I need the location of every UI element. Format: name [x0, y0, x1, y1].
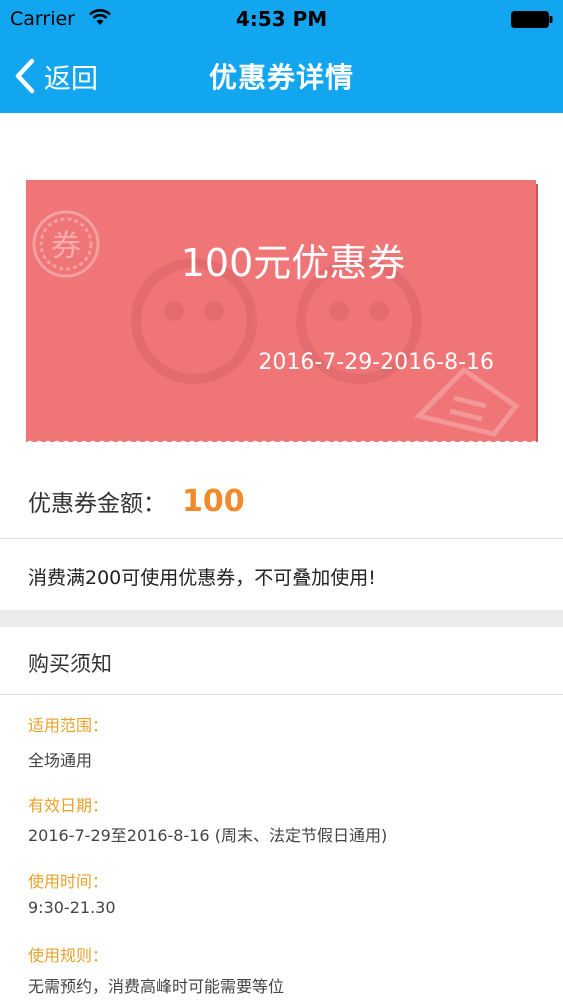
divider	[0, 538, 563, 539]
info-value-scope: 全场通用	[28, 751, 93, 770]
coupon-amount-row: 优惠券金额： 100	[28, 480, 245, 522]
info-label-validity: 有效日期：	[28, 796, 109, 815]
coupon-date-range: 2016-7-29-2016-8-16	[258, 350, 494, 375]
coupon-card: 券 100元优惠券 2016-7-29-2016-8-16	[24, 176, 540, 448]
divider	[0, 694, 563, 695]
status-bar: Carrier 4:53 PM	[0, 0, 563, 38]
info-label-scope: 适用范围：	[28, 716, 109, 735]
clock: 4:53 PM	[235, 7, 328, 31]
navigation-bar: 返回 优惠券详情	[0, 38, 563, 113]
amount-label: 优惠券金额：	[28, 491, 166, 517]
info-value-rules: 无需预约，消费高峰时可能需要等位	[28, 977, 285, 996]
page-title: 优惠券详情	[208, 61, 354, 94]
coupon-background: 券	[26, 176, 538, 448]
coupon-title: 100元优惠券	[180, 241, 406, 285]
info-label-time: 使用时间：	[28, 872, 109, 891]
info-label-rules: 使用规则：	[28, 946, 109, 965]
info-value-validity: 2016-7-29至2016-8-16 (周末、法定节假日通用)	[28, 826, 388, 845]
purchase-notes-title: 购买须知	[28, 652, 112, 676]
amount-value: 100	[182, 483, 245, 519]
battery-icon	[511, 11, 553, 28]
section-separator	[0, 610, 563, 627]
usage-note: 消费满200可使用优惠券，不可叠加使用!	[28, 567, 376, 589]
info-value-time: 9:30-21.30	[28, 898, 116, 917]
